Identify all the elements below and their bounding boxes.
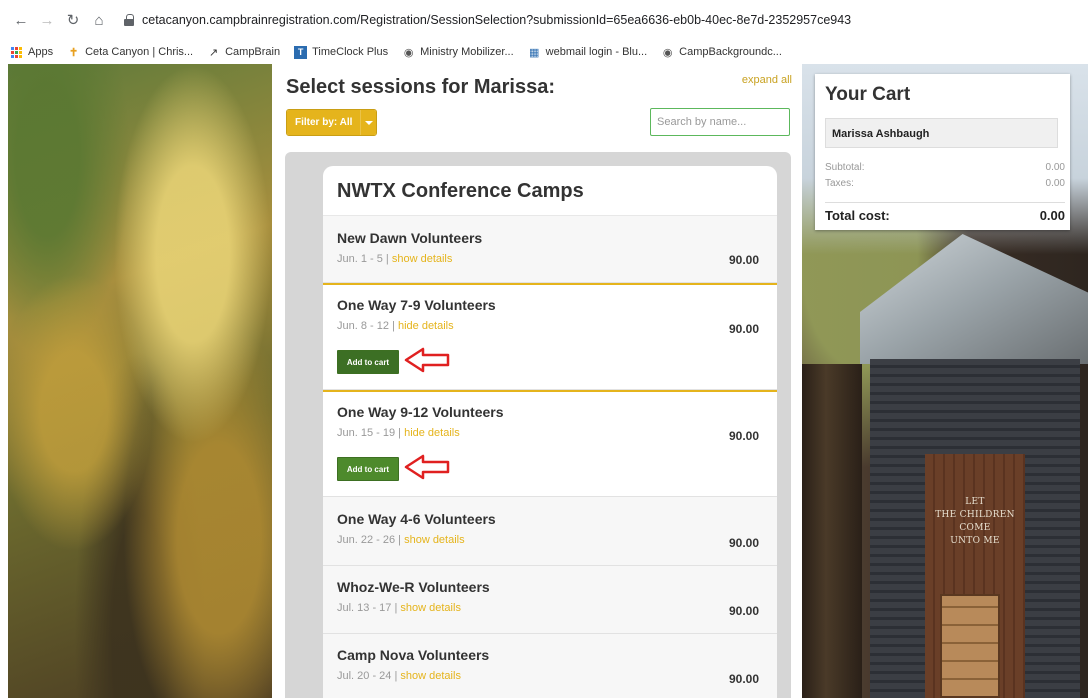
bookmark-apps[interactable]: Apps bbox=[10, 46, 53, 59]
red-arrow-annotation bbox=[404, 454, 450, 480]
cart-panel: Your Cart Marissa Ashbaugh Subtotal: 0.0… bbox=[815, 74, 1070, 230]
bookmark-ministry[interactable]: ◉ Ministry Mobilizer... bbox=[402, 46, 514, 59]
session-item[interactable]: Whoz-We-R Volunteers Jul. 13 - 17 | show… bbox=[323, 566, 777, 634]
session-price: 90.00 bbox=[728, 536, 759, 550]
hide-details-link[interactable]: hide details bbox=[398, 320, 454, 332]
session-item[interactable]: New Dawn Volunteers Jun. 1 - 5 | show de… bbox=[323, 216, 777, 283]
session-price: 90.00 bbox=[728, 604, 759, 618]
globe-icon: ◉ bbox=[403, 46, 414, 59]
search-input[interactable]: Search by name... bbox=[650, 108, 790, 136]
chapel-sign: LET THE CHILDREN COME UNTO ME bbox=[935, 497, 1015, 546]
session-meta: Jun. 8 - 12 | hide details bbox=[337, 320, 454, 332]
session-meta: Jun. 22 - 26 | show details bbox=[337, 534, 465, 546]
back-arrow-icon[interactable]: ← bbox=[10, 9, 32, 31]
home-icon[interactable]: ⌂ bbox=[88, 9, 110, 31]
bookmarks-bar: Apps ✝ Ceta Canyon | Chris... ↗ CampBrai… bbox=[0, 40, 1088, 64]
session-name: Camp Nova Volunteers bbox=[337, 647, 490, 663]
session-name: New Dawn Volunteers bbox=[337, 230, 483, 246]
add-to-cart-button[interactable]: Add to cart bbox=[337, 350, 399, 374]
cart-subtotal-row: Subtotal: 0.00 bbox=[825, 162, 1065, 173]
caret-down-icon bbox=[360, 110, 377, 135]
session-list-container: NWTX Conference Camps New Dawn Volunteer… bbox=[285, 152, 791, 698]
session-name: One Way 4-6 Volunteers bbox=[337, 511, 496, 527]
session-price: 90.00 bbox=[728, 253, 759, 267]
group-heading: NWTX Conference Camps bbox=[323, 166, 777, 216]
bookmark-ceta-canyon[interactable]: ✝ Ceta Canyon | Chris... bbox=[67, 46, 193, 59]
show-details-link[interactable]: show details bbox=[400, 602, 461, 614]
show-details-link[interactable]: show details bbox=[400, 670, 461, 682]
filter-dropdown[interactable]: Filter by: All bbox=[286, 109, 378, 136]
session-meta: Jun. 15 - 19 | hide details bbox=[337, 427, 460, 439]
reload-icon[interactable]: ↻ bbox=[62, 9, 84, 31]
session-item[interactable]: One Way 9-12 Volunteers Jun. 15 - 19 | h… bbox=[323, 390, 777, 497]
red-arrow-annotation bbox=[404, 347, 450, 373]
bookmark-webmail[interactable]: ▦ webmail login - Blu... bbox=[528, 46, 647, 59]
session-meta: Jun. 1 - 5 | show details bbox=[337, 253, 453, 265]
address-bar: ← → ↻ ⌂ cetacanyon.campbrainregistration… bbox=[0, 0, 1088, 40]
bookmark-campbackground[interactable]: ◉ CampBackgroundc... bbox=[661, 46, 782, 59]
filter-label: Filter by: All bbox=[287, 110, 361, 135]
forward-arrow-icon[interactable]: → bbox=[36, 9, 58, 31]
cart-total-row: Total cost: 0.00 bbox=[825, 202, 1065, 223]
session-name: Whoz-We-R Volunteers bbox=[337, 579, 490, 595]
url-field[interactable]: cetacanyon.campbrainregistration.com/Reg… bbox=[124, 5, 851, 35]
cart-title: Your Cart bbox=[825, 84, 911, 105]
page-title: Select sessions for Marissa: bbox=[286, 76, 556, 98]
chapel-door bbox=[940, 594, 1000, 698]
cart-taxes-row: Taxes: 0.00 bbox=[825, 178, 1065, 189]
session-name: One Way 7-9 Volunteers bbox=[337, 297, 496, 313]
session-price: 90.00 bbox=[728, 429, 759, 443]
session-item[interactable]: Camp Nova Volunteers Jul. 20 - 24 | show… bbox=[323, 634, 777, 698]
tree-trunk bbox=[802, 364, 862, 698]
campbrain-icon: ↗ bbox=[208, 46, 219, 59]
expand-all-link[interactable]: expand all bbox=[742, 74, 792, 86]
session-item[interactable]: One Way 7-9 Volunteers Jun. 8 - 12 | hid… bbox=[323, 283, 777, 390]
grid-icon: ▦ bbox=[528, 46, 540, 59]
session-price: 90.00 bbox=[728, 322, 759, 336]
cross-icon: ✝ bbox=[68, 46, 79, 59]
hide-details-link[interactable]: hide details bbox=[404, 427, 460, 439]
session-price: 90.00 bbox=[728, 672, 759, 686]
bookmark-campbrain[interactable]: ↗ CampBrain bbox=[207, 46, 280, 59]
bookmark-timeclock[interactable]: T TimeClock Plus bbox=[294, 45, 388, 59]
cart-camper-name[interactable]: Marissa Ashbaugh bbox=[825, 118, 1058, 148]
apps-grid-icon bbox=[10, 46, 23, 59]
lock-icon bbox=[124, 14, 134, 26]
add-to-cart-button[interactable]: Add to cart bbox=[337, 457, 399, 481]
show-details-link[interactable]: show details bbox=[404, 534, 465, 546]
session-name: One Way 9-12 Volunteers bbox=[337, 404, 504, 420]
show-details-link[interactable]: show details bbox=[392, 253, 453, 265]
session-meta: Jul. 13 - 17 | show details bbox=[337, 602, 461, 614]
session-list: NWTX Conference Camps New Dawn Volunteer… bbox=[323, 166, 777, 698]
session-meta: Jul. 20 - 24 | show details bbox=[337, 670, 461, 682]
session-selection-panel: Select sessions for Marissa: expand all … bbox=[272, 64, 802, 698]
globe-icon: ◉ bbox=[662, 46, 673, 59]
timeclock-icon: T bbox=[294, 45, 308, 59]
page-body: LET THE CHILDREN COME UNTO ME Select ses… bbox=[0, 64, 1088, 698]
url-text: cetacanyon.campbrainregistration.com/Reg… bbox=[142, 13, 852, 27]
session-item[interactable]: One Way 4-6 Volunteers Jun. 22 - 26 | sh… bbox=[323, 497, 777, 566]
autumn-trees-photo bbox=[8, 64, 272, 698]
